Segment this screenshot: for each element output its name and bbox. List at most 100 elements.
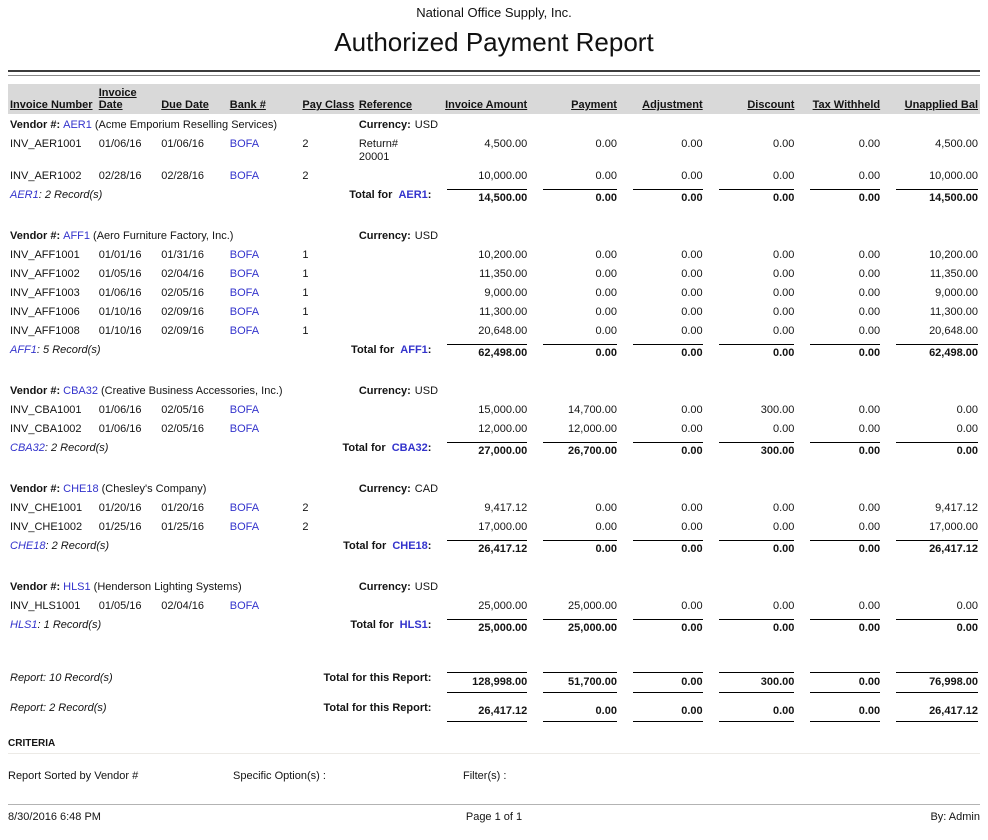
report-total-amount: 26,417.12	[433, 696, 529, 725]
bank-link[interactable]: BOFA	[230, 404, 259, 416]
vendor-code-link[interactable]: AER1	[10, 189, 39, 201]
total-value: 0.00	[773, 192, 794, 204]
cell-discount: 0.00	[705, 499, 797, 518]
cell-discount: 300.00	[705, 401, 797, 420]
report-total-amount: 76,998.00	[882, 669, 980, 696]
bank-link[interactable]: BOFA	[230, 170, 259, 182]
cell-adjustment: 0.00	[619, 284, 705, 303]
cell-adjustment: 0.00	[619, 303, 705, 322]
vendor-total-amount: 27,000.00	[433, 439, 529, 462]
vendor-name: (Creative Business Accessories, Inc.)	[101, 385, 283, 397]
total-value: 0.00	[596, 347, 617, 359]
bank-link[interactable]: BOFA	[230, 521, 259, 533]
column-header-label: Invoice Number	[10, 99, 93, 111]
cell-value-invoice_number: INV_AER1001	[10, 138, 82, 150]
report-total-amount: 0.00	[619, 696, 705, 725]
bank-link[interactable]: BOFA	[230, 502, 259, 514]
cell-tax_withheld: 0.00	[796, 135, 882, 167]
cell-value-invoice_number: INV_AFF1008	[10, 325, 80, 337]
currency-label: Currency:	[359, 119, 411, 131]
cell-value-adjustment: 0.00	[681, 170, 702, 182]
report-total-label-text: Total for this Report:	[323, 702, 431, 714]
cell-value-invoice_number: INV_CHE1002	[10, 521, 82, 533]
report-total-value: 300.00	[761, 676, 795, 688]
vendor-code-link[interactable]: CBA32	[392, 442, 428, 454]
vendor-code-link[interactable]: HLS1	[63, 581, 91, 593]
bank-link[interactable]: BOFA	[230, 138, 259, 150]
total-for-label: Total for	[343, 540, 389, 552]
vendor-total-row: AER1: 2 Record(s)Total for AER1:14,500.0…	[8, 186, 980, 209]
bank-link[interactable]: BOFA	[230, 423, 259, 435]
cell-due_date: 01/31/16	[159, 246, 228, 265]
cell-adjustment: 0.00	[619, 167, 705, 186]
column-header-invoice_amount: Invoice Amount	[433, 84, 529, 114]
vendor-total-amount: 62,498.00	[433, 341, 529, 364]
cell-bank: BOFA	[228, 518, 301, 537]
vendor-code-link[interactable]: AFF1	[400, 344, 428, 356]
vendor-record-count: HLS1: 1 Record(s)	[8, 616, 300, 639]
vendor-code-link[interactable]: HLS1	[400, 619, 428, 631]
total-rule: 0.00	[543, 189, 617, 206]
total-value: 0.00	[773, 347, 794, 359]
cell-invoice_date: 01/05/16	[97, 265, 160, 284]
spacer-row	[8, 462, 980, 478]
total-rule: 14,500.00	[447, 189, 527, 206]
spacer-cell	[8, 462, 980, 478]
bank-link[interactable]: BOFA	[230, 600, 259, 612]
vendor-total-amount: 0.00	[619, 341, 705, 364]
total-for-label: Total for	[349, 189, 395, 201]
cell-invoice_number: INV_CHE1001	[8, 499, 97, 518]
total-value: 62,498.00	[929, 347, 978, 359]
cell-reference	[357, 167, 434, 186]
report-total-rule: 0.00	[719, 702, 795, 722]
reference-line: 20001	[359, 151, 432, 164]
vendor-code-link[interactable]: CHE18	[392, 540, 427, 552]
column-header-label: Invoice Date	[99, 87, 137, 111]
vendor-total-label: Total for HLS1:	[300, 616, 433, 639]
cell-due_date: 02/28/16	[159, 167, 228, 186]
criteria-heading: CRITERIA	[8, 738, 980, 754]
vendor-code-link[interactable]: AFF1	[10, 344, 37, 356]
vendor-code-link[interactable]: CBA32	[63, 385, 98, 397]
currency-label: Currency:	[359, 483, 411, 495]
bank-link[interactable]: BOFA	[230, 287, 259, 299]
cell-value-tax_withheld: 0.00	[859, 423, 880, 435]
invoice-row: INV_AER100101/06/1601/06/16BOFA2Return#2…	[8, 135, 980, 167]
vendor-code-link[interactable]: AER1	[398, 189, 427, 201]
vendor-code-link[interactable]: AER1	[63, 119, 92, 131]
bank-link[interactable]: BOFA	[230, 268, 259, 280]
bank-link[interactable]: BOFA	[230, 306, 259, 318]
report-total-amount: 128,998.00	[433, 669, 529, 696]
report-total-rule: 26,417.12	[896, 702, 978, 722]
vendor-code-link[interactable]: CHE18	[10, 540, 45, 552]
total-rule: 14,500.00	[896, 189, 978, 206]
bank-link[interactable]: BOFA	[230, 325, 259, 337]
cell-value-invoice_date: 01/05/16	[99, 600, 142, 612]
report-footer: 8/30/2016 6:48 PM Page 1 of 1 By: Admin	[8, 804, 980, 823]
cell-value-invoice_number: INV_AFF1001	[10, 249, 80, 261]
cell-reference	[357, 303, 434, 322]
vendor-total-row: HLS1: 1 Record(s)Total for HLS1:25,000.0…	[8, 616, 980, 639]
cell-payment: 0.00	[529, 499, 619, 518]
report-total-amount: 0.00	[619, 669, 705, 696]
cell-invoice_date: 01/01/16	[97, 246, 160, 265]
vendor-code-link[interactable]: HLS1	[10, 619, 38, 631]
cell-value-payment: 0.00	[596, 325, 617, 337]
total-rule: 26,417.12	[447, 540, 527, 557]
report-total-rule: 26,417.12	[447, 702, 527, 722]
vendor-code-link[interactable]: AFF1	[63, 230, 90, 242]
column-header-label: Discount	[747, 99, 794, 111]
report-total-amount: 0.00	[796, 669, 882, 696]
criteria-row: Report Sorted by Vendor # Specific Optio…	[8, 770, 980, 782]
vendor-code-link[interactable]: CHE18	[63, 483, 98, 495]
cell-value-discount: 0.00	[773, 249, 794, 261]
invoice-row: INV_AER100202/28/1602/28/16BOFA210,000.0…	[8, 167, 980, 186]
invoice-row: INV_AFF100201/05/1602/04/16BOFA111,350.0…	[8, 265, 980, 284]
cell-bank: BOFA	[228, 167, 301, 186]
cell-value-invoice_date: 01/06/16	[99, 423, 142, 435]
report-page: National Office Supply, Inc. Authorized …	[0, 0, 988, 840]
cell-value-tax_withheld: 0.00	[859, 287, 880, 299]
vendor-code-link[interactable]: CBA32	[10, 442, 45, 454]
cell-reference	[357, 518, 434, 537]
bank-link[interactable]: BOFA	[230, 249, 259, 261]
